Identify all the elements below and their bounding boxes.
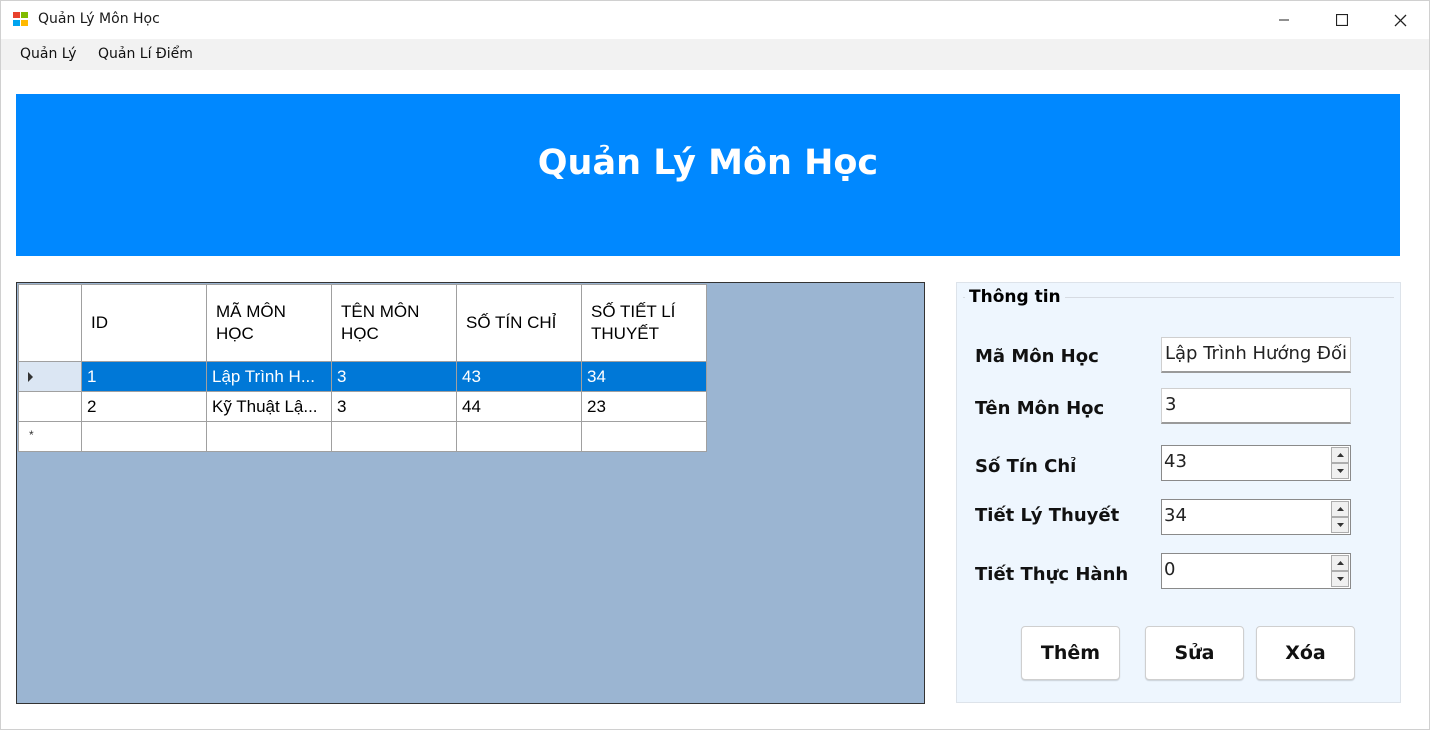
table-cell[interactable]: 23 [581, 391, 707, 422]
current-row-arrow-icon [28, 372, 33, 382]
table-cell[interactable]: 3 [331, 361, 457, 392]
column-header-id[interactable]: ID [81, 284, 207, 362]
arrow-up-icon [1336, 507, 1344, 511]
table-cell[interactable]: 3 [331, 391, 457, 422]
row-header[interactable] [18, 391, 82, 422]
menu-bar: Quản Lý Quản Lí Điểm [1, 39, 1429, 70]
table-cell[interactable] [581, 421, 707, 452]
tiet-ly-thuyet-label: Tiết Lý Thuyết [975, 505, 1120, 526]
so-tin-chi-label: Số Tín Chỉ [975, 456, 1077, 477]
column-header-ten-mon-hoc[interactable]: TÊN MÔN HỌC [331, 284, 457, 362]
minimize-icon [1279, 19, 1289, 21]
add-button[interactable]: Thêm [1021, 626, 1120, 680]
app-icon [13, 12, 30, 27]
subjects-grid[interactable]: ID MÃ MÔN HỌC TÊN MÔN HỌC SỐ TÍN CHỈ SỐ … [16, 282, 925, 704]
ten-mon-hoc-label: Tên Môn Học [975, 398, 1105, 419]
tiet-ly-thuyet-value: 34 [1164, 505, 1187, 526]
minimize-button[interactable] [1255, 1, 1313, 39]
table-cell[interactable]: 2 [81, 391, 207, 422]
tiet-thuc-hanh-stepper[interactable]: 0 [1161, 553, 1351, 589]
subjects-table: ID MÃ MÔN HỌC TÊN MÔN HỌC SỐ TÍN CHỈ SỐ … [18, 284, 707, 452]
menu-quan-ly[interactable]: Quản Lý [20, 46, 77, 62]
row-header[interactable]: * [18, 421, 82, 452]
arrow-down-icon [1336, 577, 1344, 581]
header-row: ID MÃ MÔN HỌC TÊN MÔN HỌC SỐ TÍN CHỈ SỐ … [18, 284, 707, 362]
close-button[interactable] [1371, 1, 1429, 39]
edit-button[interactable]: Sửa [1145, 626, 1244, 680]
info-groupbox: Thông tin Mã Môn Học Lập Trình Hướng Đối… [956, 282, 1401, 703]
arrow-down-icon [1336, 523, 1344, 527]
spin-up-button[interactable] [1331, 447, 1349, 463]
arrow-up-icon [1336, 561, 1344, 565]
table-cell[interactable]: 34 [581, 361, 707, 392]
spin-down-button[interactable] [1331, 571, 1349, 587]
table-row[interactable]: 2 Kỹ Thuật Lậ... 3 44 23 [18, 391, 707, 422]
table-cell[interactable]: Kỹ Thuật Lậ... [206, 391, 332, 422]
tiet-ly-thuyet-stepper[interactable]: 34 [1161, 499, 1351, 535]
so-tin-chi-stepper[interactable]: 43 [1161, 445, 1351, 481]
spin-down-button[interactable] [1331, 463, 1349, 479]
tiet-thuc-hanh-spinner [1331, 555, 1349, 587]
tiet-ly-thuyet-spinner [1331, 501, 1349, 533]
arrow-down-icon [1336, 469, 1344, 473]
table-cell[interactable] [456, 421, 582, 452]
table-cell[interactable]: 43 [456, 361, 582, 392]
table-cell[interactable] [81, 421, 207, 452]
page-title: Quản Lý Môn Học [537, 143, 879, 183]
table-cell[interactable]: 44 [456, 391, 582, 422]
spin-down-button[interactable] [1331, 517, 1349, 533]
menu-quan-li-diem[interactable]: Quản Lí Điểm [98, 46, 193, 62]
tiet-thuc-hanh-value: 0 [1164, 559, 1176, 580]
main-window: Quản Lý Môn Học Quản Lý Quản Lí Điểm Quả… [0, 0, 1430, 730]
ten-mon-hoc-input[interactable]: 3 [1161, 388, 1351, 424]
column-header-so-tin-chi[interactable]: SỐ TÍN CHỈ [456, 284, 582, 362]
table-cell[interactable] [331, 421, 457, 452]
ma-mon-hoc-input[interactable]: Lập Trình Hướng Đối Tượng [1161, 337, 1351, 373]
arrow-up-icon [1336, 453, 1344, 457]
spin-up-button[interactable] [1331, 501, 1349, 517]
column-header-so-tiet-li-thuyet[interactable]: SỐ TIẾT LÍ THUYẾT [581, 284, 707, 362]
column-header-ma-mon-hoc[interactable]: MÃ MÔN HỌC [206, 284, 332, 362]
maximize-button[interactable] [1313, 1, 1371, 39]
tiet-thuc-hanh-label: Tiết Thực Hành [975, 564, 1129, 585]
window-title: Quản Lý Môn Học [38, 11, 160, 27]
row-header-corner [18, 284, 82, 362]
row-header[interactable] [18, 361, 82, 392]
spin-up-button[interactable] [1331, 555, 1349, 571]
table-cell[interactable]: Lập Trình H... [206, 361, 332, 392]
title-bar[interactable]: Quản Lý Môn Học [1, 1, 1429, 39]
delete-button[interactable]: Xóa [1256, 626, 1355, 680]
so-tin-chi-spinner [1331, 447, 1349, 479]
ma-mon-hoc-label: Mã Môn Học [975, 346, 1099, 367]
new-row[interactable]: * [18, 421, 707, 452]
table-row[interactable]: 1 Lập Trình H... 3 43 34 [18, 361, 707, 392]
header-banner: Quản Lý Môn Học [16, 94, 1400, 256]
so-tin-chi-value: 43 [1164, 451, 1187, 472]
table-cell[interactable]: 1 [81, 361, 207, 392]
groupbox-title: Thông tin [965, 287, 1065, 307]
new-row-marker: * [29, 428, 34, 442]
close-icon [1394, 14, 1406, 26]
maximize-icon [1336, 14, 1348, 26]
table-cell[interactable] [206, 421, 332, 452]
